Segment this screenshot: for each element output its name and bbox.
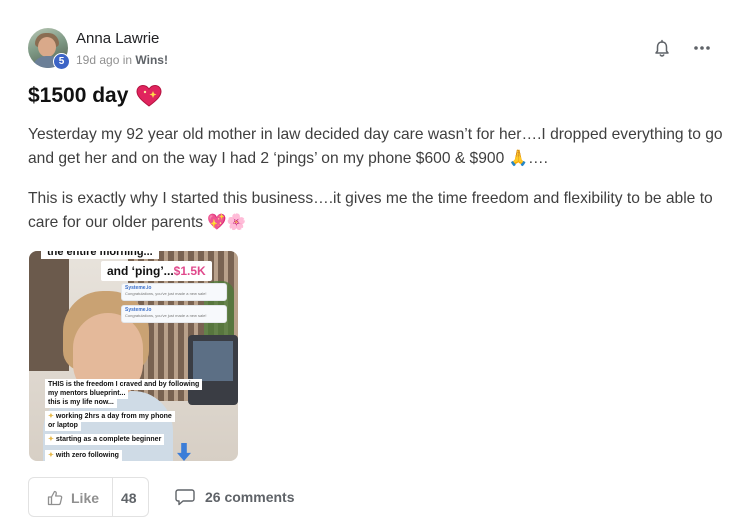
post-image[interactable]: the entire morning... and ‘ping’...$1.5K… xyxy=(29,251,238,461)
post-time: 19d ago xyxy=(76,53,120,67)
like-label: Like xyxy=(71,490,100,506)
notification-card: Systeme.io Congratulations, you've just … xyxy=(121,283,227,301)
thumbs-up-icon xyxy=(47,490,63,506)
image-caption: this is my life now... xyxy=(45,397,117,408)
notification-card: Systeme.io Congratulations, you've just … xyxy=(121,305,227,323)
sparkle-icon: ✦ xyxy=(48,452,54,459)
caption-text: working 2hrs a day from my phone xyxy=(55,413,172,420)
ping-label: and ‘ping’... xyxy=(107,264,174,278)
bell-icon[interactable] xyxy=(652,39,672,59)
level-badge: 5 xyxy=(53,53,70,70)
post-paragraph-1: Yesterday my 92 year old mother in law d… xyxy=(28,126,723,167)
post-card: 5 Anna Lawrie 19d ago in Wins! $1500 day… xyxy=(0,0,754,531)
caption-text: with zero following xyxy=(55,452,119,459)
comments-button[interactable]: 26 comments xyxy=(175,488,294,506)
divider xyxy=(112,478,113,516)
sparkling-heart-emoji xyxy=(136,84,162,107)
more-horizontal-icon[interactable] xyxy=(692,40,712,56)
comment-icon xyxy=(175,489,195,506)
notification-line: Congratulations, you've just made a new … xyxy=(125,313,207,318)
image-overlay-top: the entire morning... xyxy=(41,251,159,259)
caption-text: starting as a complete beginner xyxy=(55,436,162,443)
author-name[interactable]: Anna Lawrie xyxy=(76,30,159,47)
category-link[interactable]: Wins! xyxy=(135,53,168,67)
arrow-icon xyxy=(177,443,191,461)
author-avatar[interactable]: 5 xyxy=(28,28,70,70)
comments-label: 26 comments xyxy=(205,489,295,505)
post-title[interactable]: $1500 day xyxy=(28,84,162,108)
sparkle-icon: ✦ xyxy=(48,413,54,420)
like-count[interactable]: 48 xyxy=(121,490,137,506)
like-button[interactable]: Like 48 xyxy=(28,477,149,517)
post-paragraph-2: This is exactly why I started this busin… xyxy=(28,190,713,231)
image-caption: ✦ with zero following xyxy=(45,450,122,461)
ping-amount: $1.5K xyxy=(173,264,206,278)
image-caption: or laptop xyxy=(45,420,81,431)
notification-line: Congratulations, you've just made a new … xyxy=(125,291,207,296)
post-meta: 19d ago in Wins! xyxy=(76,53,168,67)
sparkle-icon: ✦ xyxy=(48,436,54,443)
post-title-text: $1500 day xyxy=(28,84,129,107)
meta-in-word: in xyxy=(122,53,133,67)
image-caption: ✦ starting as a complete beginner xyxy=(45,434,165,445)
image-ping-text: and ‘ping’...$1.5K xyxy=(101,261,212,281)
